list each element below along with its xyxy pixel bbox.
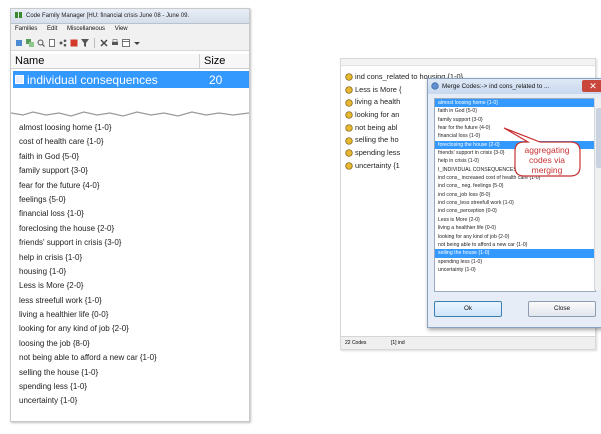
merge-list-item[interactable]: looking for any kind of job {2-0} (435, 233, 595, 241)
torn-edge-divider (11, 111, 249, 117)
menu-edit[interactable]: Edit (47, 26, 57, 32)
code-label: living a health (355, 97, 401, 107)
code-icon (345, 99, 353, 107)
code-label: uncertainty {1 (355, 160, 400, 170)
copy-icon[interactable] (26, 38, 34, 47)
search-icon[interactable] (37, 39, 45, 47)
merge-list-item[interactable]: ind cons_perception {0-0} (435, 207, 595, 215)
merge-list-item[interactable]: not being able to afford a new car {1-0} (435, 241, 595, 249)
scrollbar-thumb[interactable] (596, 108, 601, 168)
menu-bar: Families Edit Miscellaneous View (11, 24, 249, 35)
code-item[interactable]: uncertainty {1-0} (11, 394, 249, 408)
dialog-title-bar: Merge Codes:-> ind cons_related to ... ✕ (428, 79, 601, 94)
window-title: Code Family Manager [HU: financial crisi… (26, 13, 190, 19)
close-button[interactable]: Close (528, 301, 596, 317)
code-item[interactable]: spending less {1-0} (11, 380, 249, 394)
merge-icon (431, 82, 439, 90)
new-family-icon[interactable] (15, 39, 23, 47)
merge-list-item[interactable]: faith in God {5-0} (435, 107, 595, 115)
merge-codes-dialog: Merge Codes:-> ind cons_related to ... ✕… (427, 78, 601, 328)
code-label: not being abl (355, 122, 398, 132)
family-row-selected[interactable]: individual consequences 20 (13, 71, 249, 88)
merge-list-item[interactable]: Less is More {2-0} (435, 216, 595, 224)
menu-view[interactable]: View (115, 26, 128, 32)
code-item[interactable]: almost loosing home {1-0} (11, 121, 249, 135)
dialog-title: Merge Codes:-> ind cons_related to ... (442, 83, 550, 90)
code-item[interactable]: help in crisis {1-0} (11, 251, 249, 265)
ok-button[interactable]: Ok (434, 301, 502, 317)
app-icon (15, 12, 22, 19)
merge-list-scrollbar[interactable] (594, 98, 601, 290)
callout-text: aggregating codes via merging (524, 145, 570, 175)
code-list: almost loosing home {1-0} cost of health… (11, 121, 249, 409)
menu-miscellaneous[interactable]: Miscellaneous (67, 26, 105, 32)
code-item[interactable]: fear for the future {4-0} (11, 179, 249, 193)
code-item[interactable]: loosing the job {8-0} (11, 337, 249, 351)
merge-code-list[interactable]: almost loosing home {1-0} faith in God {… (434, 98, 596, 292)
code-item[interactable]: housing {1-0} (11, 265, 249, 279)
toolbar (11, 35, 249, 51)
title-bar: Code Family Manager [HU: financial crisi… (11, 9, 249, 24)
code-label: selling the ho (355, 135, 399, 145)
merge-list-item[interactable]: family support {3-0} (435, 116, 595, 124)
family-size: 20 (209, 72, 223, 87)
merge-list-item[interactable]: financial loss {1-0} (435, 132, 595, 140)
window-top-strip (341, 59, 595, 66)
code-item[interactable]: friends' support in crisis {3-0} (11, 236, 249, 250)
dropdown-icon[interactable] (133, 39, 141, 47)
status-bar: 22 Codes [1] ind (341, 336, 595, 349)
family-list-header: Name Size (11, 54, 249, 69)
code-item[interactable]: less streefull work {1-0} (11, 294, 249, 308)
merge-list-item[interactable]: fear for the future {4-0} (435, 124, 595, 132)
code-icon (345, 73, 353, 81)
status-info: [1] ind (391, 340, 405, 346)
filter-icon[interactable] (81, 38, 89, 47)
code-item[interactable]: looking for any kind of job {2-0} (11, 322, 249, 336)
window-icon[interactable] (122, 38, 130, 47)
merge-list-item[interactable]: ind cons_ increased cost of health care … (435, 174, 595, 182)
print-icon[interactable] (111, 38, 119, 47)
merge-list-item[interactable]: uncertainty {1-0} (435, 266, 595, 274)
merge-list-item[interactable]: ind cons_job loss {8-0} (435, 191, 595, 199)
column-header-size[interactable]: Size (200, 54, 225, 68)
share-icon[interactable] (59, 39, 67, 47)
document-icon[interactable] (48, 38, 56, 47)
code-icon (345, 137, 353, 145)
dialog-buttons: Ok Close (434, 301, 596, 317)
code-label: looking for an (355, 110, 400, 120)
delete-icon[interactable] (100, 39, 108, 47)
code-item[interactable]: faith in God {5-0} (11, 150, 249, 164)
code-icon (345, 162, 353, 170)
merge-list-item[interactable]: spending less {1-0} (435, 258, 595, 266)
code-item[interactable]: selling the house {1-0} (11, 366, 249, 380)
column-header-name[interactable]: Name (11, 54, 200, 68)
code-item[interactable]: cost of health care {1-0} (11, 135, 249, 149)
merge-list-item[interactable]: living a healthier life {0-0} (435, 224, 595, 232)
merge-list-item[interactable]: almost loosing home {1-0} (435, 99, 595, 108)
family-name: individual consequences (27, 72, 158, 87)
code-item[interactable]: not being able to afford a new car {1-0} (11, 351, 249, 365)
status-code-count: 22 Codes (345, 340, 367, 346)
code-item[interactable]: Less is More {2-0} (11, 279, 249, 293)
code-label: spending less (355, 148, 401, 158)
code-item[interactable]: living a healthier life {0-0} (11, 308, 249, 322)
code-icon (345, 149, 353, 158)
merge-list-item[interactable]: selling the house {1-0} (435, 249, 595, 258)
close-icon[interactable]: ✕ (582, 80, 601, 92)
family-icon (15, 75, 24, 84)
code-item[interactable]: family support {3-0} (11, 164, 249, 178)
code-item[interactable]: foreclosing the house {2-0} (11, 222, 249, 236)
code-item[interactable]: feelings {5-0} (11, 193, 249, 207)
code-icon (345, 111, 353, 120)
code-family-manager-window: Code Family Manager [HU: financial crisi… (10, 8, 250, 422)
code-icon (345, 124, 353, 132)
code-label: Less is More { (355, 84, 402, 94)
code-icon[interactable] (70, 39, 78, 47)
code-icon (345, 86, 353, 94)
merge-list-item[interactable]: ind cons_ neg. feelings {5-0} (435, 182, 595, 190)
toolbar-separator (94, 37, 95, 48)
merge-list-item[interactable]: ind cons_less streefull work {1-0} (435, 199, 595, 207)
menu-families[interactable]: Families (15, 26, 37, 32)
code-item[interactable]: financial loss {1-0} (11, 207, 249, 221)
